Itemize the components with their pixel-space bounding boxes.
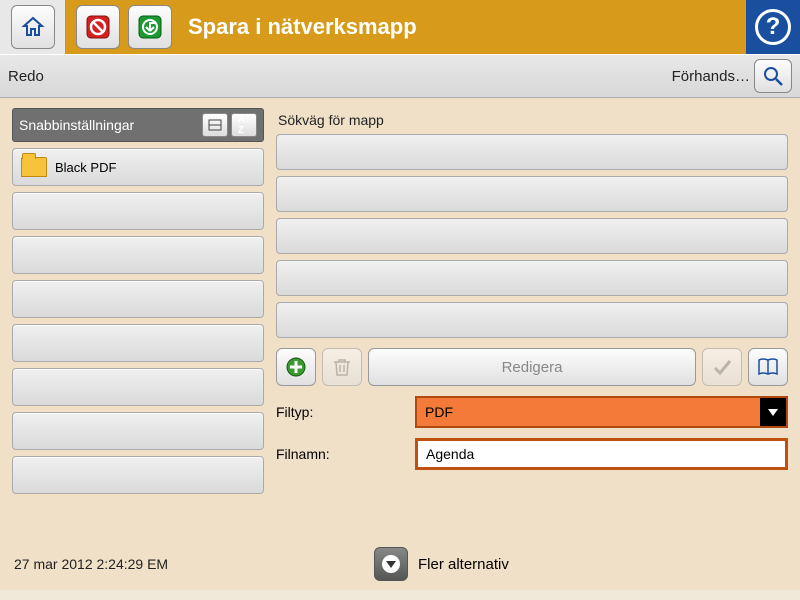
list-icon xyxy=(208,119,222,131)
confirm-path-button[interactable] xyxy=(702,348,742,386)
folder-icon xyxy=(21,157,47,177)
quickset-item[interactable] xyxy=(12,324,264,362)
home-icon xyxy=(21,15,45,39)
trash-icon xyxy=(333,357,351,377)
filetype-value: PDF xyxy=(425,404,453,420)
filetype-row: Filtyp: PDF xyxy=(276,396,788,428)
plus-icon xyxy=(285,356,307,378)
quickset-item[interactable] xyxy=(12,412,264,450)
add-path-button[interactable] xyxy=(276,348,316,386)
title-bar: Spara i nätverksmapp ? xyxy=(0,0,800,54)
book-icon xyxy=(757,358,779,376)
quickset-item[interactable]: Black PDF xyxy=(12,148,264,186)
delete-path-button[interactable] xyxy=(322,348,362,386)
path-actions: Redigera xyxy=(276,348,788,386)
home-button[interactable] xyxy=(11,5,55,49)
timestamp: 27 mar 2012 2:24:29 EM xyxy=(14,556,374,572)
path-item[interactable] xyxy=(276,260,788,296)
quickset-item[interactable] xyxy=(12,368,264,406)
start-icon xyxy=(137,14,163,40)
help-button[interactable]: ? xyxy=(746,0,800,54)
path-item[interactable] xyxy=(276,302,788,338)
magnifier-icon xyxy=(762,65,784,87)
quicksets-sort-button[interactable]: A↓Z xyxy=(231,113,257,137)
browse-path-button[interactable] xyxy=(748,348,788,386)
cancel-icon xyxy=(85,14,111,40)
help-icon: ? xyxy=(755,9,791,45)
chevron-down-icon xyxy=(382,555,400,573)
quickset-item[interactable] xyxy=(12,236,264,274)
check-icon xyxy=(711,356,733,378)
quickset-item[interactable] xyxy=(12,456,264,494)
path-item[interactable] xyxy=(276,176,788,212)
filetype-label: Filtyp: xyxy=(276,404,411,420)
path-item[interactable] xyxy=(276,218,788,254)
start-button[interactable] xyxy=(128,5,172,49)
sort-icon: A↓Z xyxy=(238,114,250,136)
quickset-label: Black PDF xyxy=(55,160,116,175)
filename-value: Agenda xyxy=(426,446,474,462)
main-area: Snabbinställningar A↓Z Black PDF Sökväg … xyxy=(0,98,800,538)
home-button-wrap xyxy=(0,0,66,54)
path-label: Sökväg för mapp xyxy=(278,112,788,128)
footer-bar: 27 mar 2012 2:24:29 EM Fler alternativ xyxy=(0,538,800,590)
page-title: Spara i nätverksmapp xyxy=(182,14,746,40)
filetype-select[interactable]: PDF xyxy=(415,396,788,428)
more-options-button[interactable] xyxy=(374,547,408,581)
quicksets-panel: Snabbinställningar A↓Z Black PDF xyxy=(12,108,264,528)
filename-label: Filnamn: xyxy=(276,446,411,462)
title-actions xyxy=(66,5,182,49)
quicksets-header: Snabbinställningar A↓Z xyxy=(12,108,264,142)
path-item[interactable] xyxy=(276,134,788,170)
chevron-down-icon xyxy=(760,398,786,426)
preview-label: Förhands… xyxy=(672,68,750,85)
quicksets-view-button[interactable] xyxy=(202,113,228,137)
filename-row: Filnamn: Agenda xyxy=(276,438,788,470)
status-text: Redo xyxy=(8,68,672,85)
cancel-button[interactable] xyxy=(76,5,120,49)
filename-input[interactable]: Agenda xyxy=(415,438,788,470)
quicksets-title: Snabbinställningar xyxy=(19,117,199,133)
edit-path-button[interactable]: Redigera xyxy=(368,348,696,386)
status-bar: Redo Förhands… xyxy=(0,54,800,98)
quickset-item[interactable] xyxy=(12,280,264,318)
preview-button[interactable] xyxy=(754,59,792,93)
more-options-label: Fler alternativ xyxy=(418,556,509,573)
quickset-item[interactable] xyxy=(12,192,264,230)
path-list xyxy=(276,134,788,338)
form-panel: Sökväg för mapp Redigera Filtyp: xyxy=(276,108,788,528)
